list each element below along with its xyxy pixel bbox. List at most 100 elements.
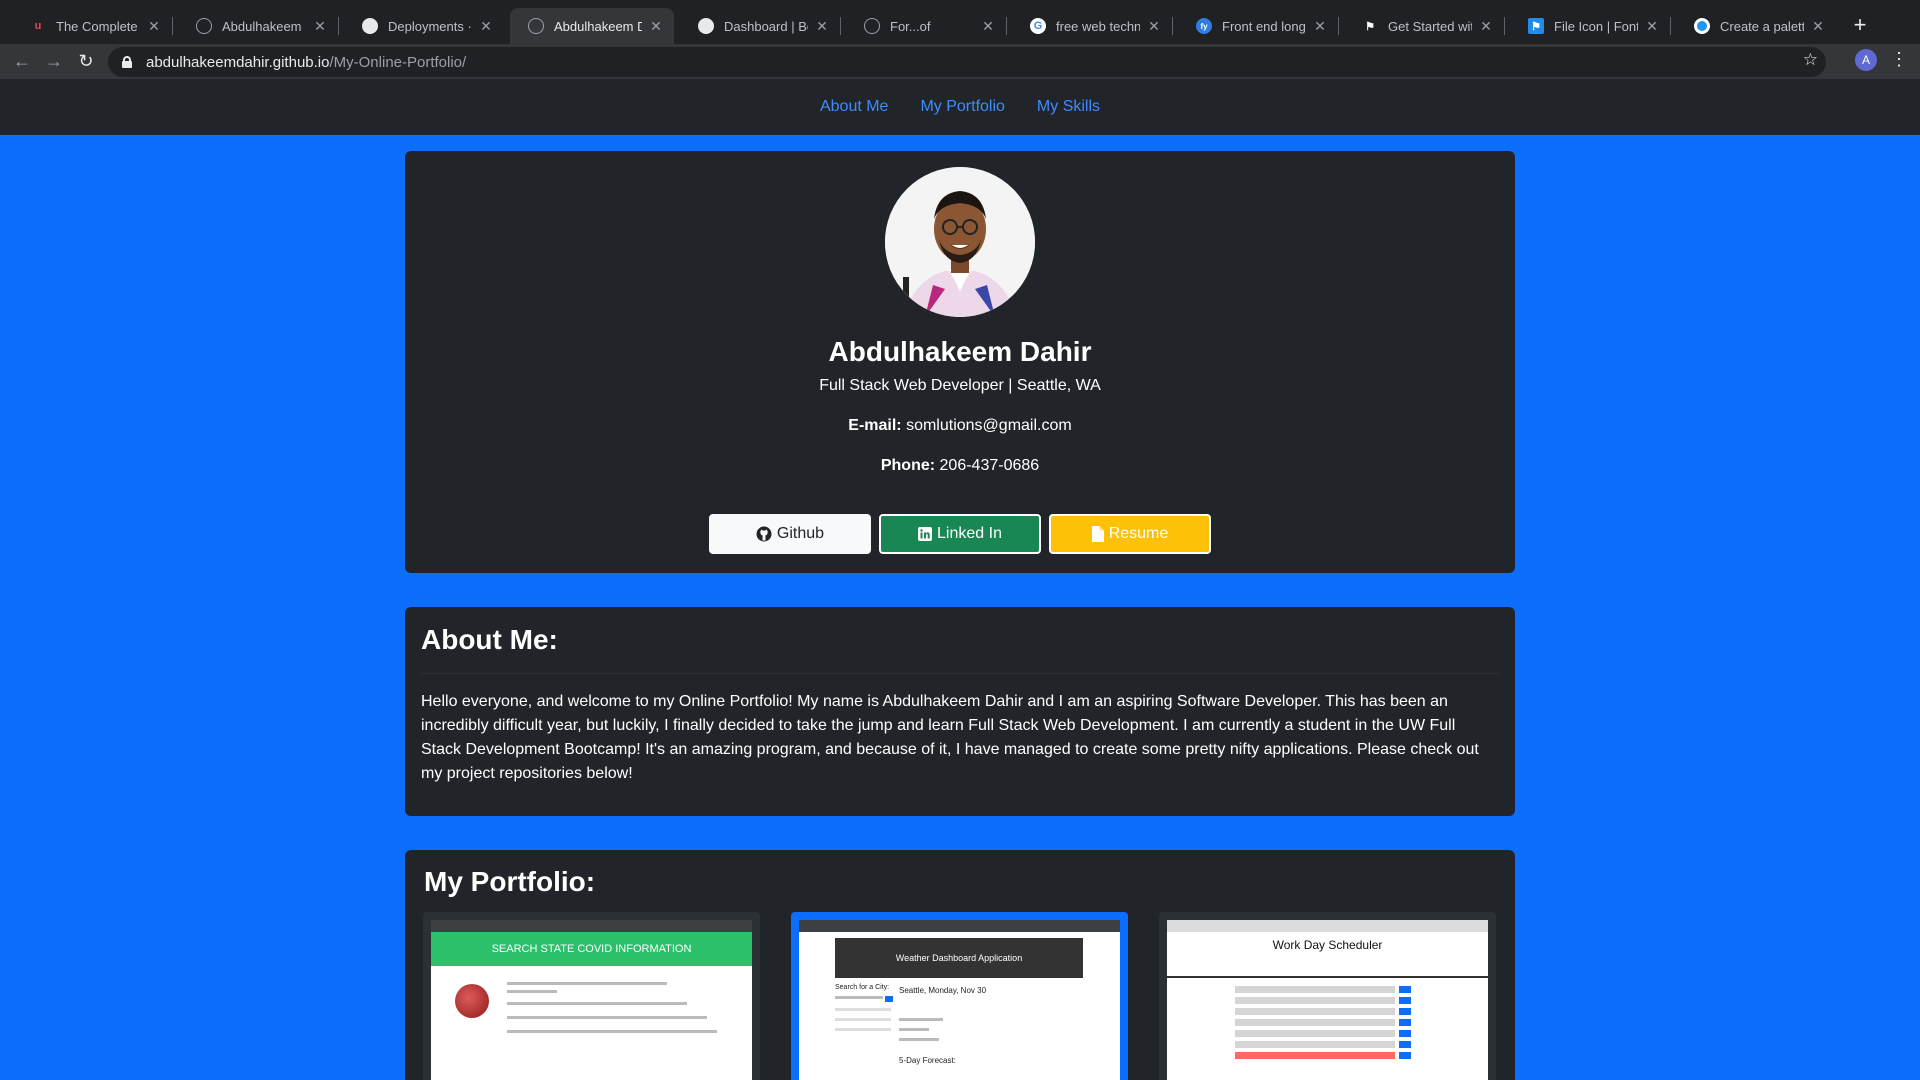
phone-line: Phone: 206-437-0686 — [405, 457, 1515, 475]
tab-title: File Icon | Font Awesome — [1554, 18, 1638, 34]
browser-tab[interactable]: For...of ✕ — [846, 8, 1007, 44]
project-card-covid[interactable]: SEARCH STATE COVID INFORMATION — [423, 912, 760, 1080]
resume-button[interactable]: Resume — [1049, 514, 1211, 554]
close-icon[interactable]: ✕ — [814, 18, 830, 35]
close-icon[interactable]: ✕ — [1312, 18, 1328, 35]
file-icon — [1091, 526, 1104, 542]
flag-icon: ⚑ — [1365, 20, 1375, 33]
close-icon[interactable]: ✕ — [1146, 18, 1162, 35]
browser-tab[interactable]: u The Complete JavaScript ✕ — [12, 8, 173, 44]
browser-tab[interactable]: G free web technologies ✕ — [1012, 8, 1173, 44]
divider — [421, 673, 1499, 674]
globe-icon — [196, 18, 212, 34]
github-icon — [362, 18, 378, 34]
mini-browser-bar — [1167, 920, 1488, 932]
mini-browser-bar — [799, 920, 1120, 932]
reload-button[interactable]: ↻ — [72, 47, 100, 75]
project-screenshot: Work Day Scheduler — [1167, 920, 1488, 1080]
nav-link-portfolio[interactable]: My Portfolio — [904, 79, 1020, 135]
new-tab-button[interactable]: + — [1846, 12, 1874, 40]
browser-tab[interactable]: Deployments · abdulhakeemdahir ✕ — [344, 8, 504, 44]
browser-tab[interactable]: ⚑ Get Started with Font Awesome ✕ — [1344, 8, 1505, 44]
close-icon[interactable]: ✕ — [478, 18, 494, 35]
close-icon[interactable]: ✕ — [1810, 18, 1826, 35]
github-button-label: Github — [776, 525, 825, 542]
profile-avatar[interactable]: A — [1855, 49, 1877, 71]
resume-button-label: Resume — [1108, 525, 1169, 542]
phone-value: 206-437-0686 — [939, 457, 1040, 474]
project-heading: SEARCH STATE COVID INFORMATION — [431, 932, 752, 966]
url-path: /My-Online-Portfolio/ — [329, 53, 467, 71]
address-bar[interactable]: abdulhakeemdahir.github.io/My-Online-Por… — [108, 47, 1826, 77]
linkedin-icon — [918, 527, 933, 541]
project-heading: Work Day Scheduler — [1272, 938, 1383, 952]
profile-name: Abdulhakeem Dahir — [828, 336, 1092, 367]
linkedin-button-label: Linked In — [937, 525, 1002, 542]
site-navbar: About Me My Portfolio My Skills — [0, 79, 1920, 135]
tab-title: Abdulhakeem Dahir — [554, 18, 642, 34]
menu-icon[interactable]: ⋮ — [1890, 48, 1908, 70]
tab-title: For...of — [890, 18, 931, 34]
lock-icon — [122, 56, 132, 68]
phone-label: Phone: — [880, 457, 936, 474]
browser-tab[interactable]: ⚑ File Icon | Font Awesome ✕ — [1510, 8, 1671, 44]
close-icon[interactable]: ✕ — [980, 18, 996, 35]
browser-tab[interactable]: Dashboard | Bootstrap ✕ — [680, 8, 841, 44]
browser-tab-bar: u The Complete JavaScript ✕ Abdulhakeem … — [0, 0, 1920, 44]
close-icon[interactable]: ✕ — [1478, 18, 1494, 35]
tab-title: Dashboard | Bootstrap — [724, 18, 808, 34]
portfolio-card: My Portfolio: SEARCH STATE COVID INFORMA… — [405, 850, 1515, 1080]
email-label: E-mail: — [848, 417, 902, 434]
github-icon — [756, 526, 772, 542]
flag-icon: ⚑ — [1528, 18, 1544, 34]
linkedin-button[interactable]: Linked In — [879, 514, 1041, 554]
tab-title: Get Started with Font Awesome — [1388, 18, 1472, 34]
close-icon[interactable]: ✕ — [312, 18, 328, 35]
profile-card: Abdulhakeem Dahir Full Stack Web Develop… — [405, 151, 1515, 573]
tab-title: Create a palette — [1720, 18, 1804, 34]
divider — [1167, 976, 1488, 978]
tab-title: The Complete JavaScript — [56, 18, 140, 34]
nav-link-about[interactable]: About Me — [804, 79, 904, 135]
virus-image — [455, 984, 489, 1018]
tab-title: Front end long shadow — [1222, 18, 1306, 34]
tab-title: Abdulhakeem Dahir — [222, 18, 306, 34]
about-card: About Me: Hello everyone, and welcome to… — [405, 607, 1515, 816]
github-button[interactable]: Github — [709, 514, 871, 554]
close-icon[interactable]: ✕ — [648, 18, 664, 35]
portfolio-title: My Portfolio: — [424, 866, 596, 897]
coolors-icon — [1694, 18, 1710, 34]
forward-button[interactable]: → — [40, 47, 68, 75]
email-line: E-mail: somlutions@gmail.com — [405, 417, 1515, 435]
about-text: Hello everyone, and welcome to my Online… — [421, 693, 1479, 782]
nav-link-skills[interactable]: My Skills — [1021, 79, 1116, 135]
browser-tab[interactable]: fy Front end long shadow ✕ — [1178, 8, 1339, 44]
project-card-scheduler[interactable]: Work Day Scheduler — [1159, 912, 1496, 1080]
tab-title: Deployments · abdulhakeemdahir — [388, 18, 472, 34]
back-button[interactable]: ← — [8, 47, 36, 75]
tab-title: free web technologies — [1056, 18, 1140, 34]
project-screenshot: Weather Dashboard Application Search for… — [799, 920, 1120, 1080]
email-value: somlutions@gmail.com — [906, 417, 1072, 434]
browser-toolbar: ← → ↻ abdulhakeemdahir.github.io/My-Onli… — [0, 44, 1920, 79]
fy-icon: fy — [1196, 18, 1212, 34]
bookmark-star-icon[interactable]: ☆ — [1803, 50, 1818, 70]
close-icon[interactable]: ✕ — [146, 18, 162, 35]
forecast-label: 5-Day Forecast: — [899, 1056, 956, 1065]
udemy-icon: u — [34, 20, 42, 32]
project-screenshot: SEARCH STATE COVID INFORMATION — [431, 920, 752, 1080]
close-icon[interactable]: ✕ — [1644, 18, 1660, 35]
city-date: Seattle, Monday, Nov 30 — [899, 986, 987, 995]
project-card-weather[interactable]: Weather Dashboard Application Search for… — [791, 912, 1128, 1080]
browser-tab[interactable]: Create a palette ✕ — [1676, 8, 1836, 44]
browser-tab[interactable]: Abdulhakeem Dahir ✕ — [178, 8, 339, 44]
profile-subtitle: Full Stack Web Developer | Seattle, WA — [819, 377, 1101, 394]
about-title: About Me: — [421, 624, 558, 655]
globe-icon — [864, 18, 880, 34]
browser-tab-active[interactable]: Abdulhakeem Dahir ✕ — [510, 8, 674, 44]
city-label: Search for a City: — [835, 984, 890, 991]
url-host: abdulhakeemdahir.github.io — [146, 53, 330, 71]
project-heading: Weather Dashboard Application — [835, 938, 1083, 978]
globe-icon — [528, 18, 544, 34]
google-icon: G — [1030, 18, 1046, 34]
